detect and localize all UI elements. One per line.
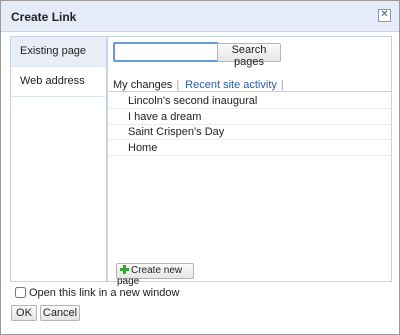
sidebar-item-label: Existing page (20, 45, 87, 57)
cancel-button[interactable]: Cancel (40, 305, 80, 321)
search-input[interactable] (113, 42, 219, 62)
tab-recent-site-activity[interactable]: Recent site activity (185, 79, 277, 91)
new-window-checkbox[interactable] (15, 287, 26, 298)
dialog-titlebar: Create Link ✕ (1, 1, 399, 32)
ok-button[interactable]: OK (11, 305, 37, 321)
plus-icon (120, 265, 129, 274)
tab-divider (109, 91, 391, 92)
list-item[interactable]: Home (109, 141, 391, 156)
create-new-page-button[interactable]: Create new page (116, 263, 194, 287)
link-body: Existing page Web address Search pages M… (10, 36, 392, 287)
sidebar-item-web-address[interactable]: Web address (11, 67, 106, 97)
close-button[interactable]: ✕ (378, 9, 391, 22)
dialog-title: Create Link (11, 10, 77, 24)
tab-separator: | (176, 79, 180, 91)
close-icon: ✕ (380, 9, 389, 20)
tab-separator: | (280, 79, 284, 91)
existing-page-panel: Search pages My changes | Recent site acti… (109, 37, 391, 287)
list-item[interactable]: Saint Crispen's Day (109, 125, 391, 140)
tab-my-changes[interactable]: My changes (113, 79, 172, 91)
page-list: Lincoln's second inaugural I have a drea… (109, 94, 391, 156)
list-item[interactable]: I have a dream (109, 110, 391, 125)
list-item[interactable]: Lincoln's second inaugural (109, 94, 391, 109)
new-window-option[interactable]: Open this link in a new window (15, 287, 179, 299)
new-window-label: Open this link in a new window (29, 287, 180, 299)
link-type-sidebar: Existing page Web address (11, 37, 108, 281)
search-pages-button[interactable]: Search pages (217, 43, 281, 68)
sidebar-item-existing-page[interactable]: Existing page (11, 37, 106, 67)
sidebar-item-label: Web address (20, 75, 85, 87)
create-link-dialog: Create Link ✕ Existing page Web address … (0, 0, 400, 335)
